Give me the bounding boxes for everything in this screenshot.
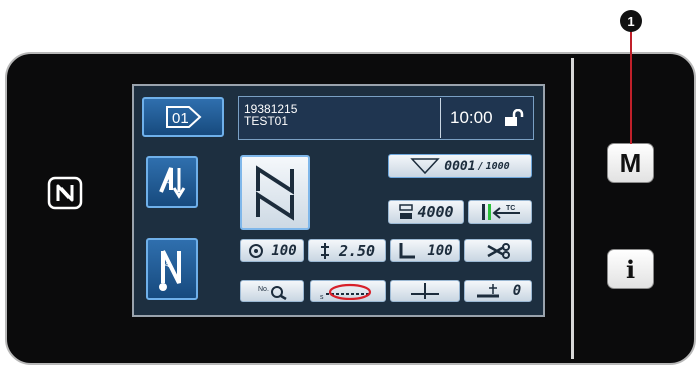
tension-value: 100 xyxy=(271,242,297,259)
needle-count-button[interactable]: 0 xyxy=(464,280,532,302)
unlock-icon[interactable] xyxy=(504,108,526,132)
stitch-pitch-value: 2.50 xyxy=(338,241,376,260)
information-button[interactable]: i xyxy=(607,249,654,289)
pattern-number-button[interactable]: 01 xyxy=(142,97,224,137)
bobbin-value: 4000 xyxy=(417,203,454,221)
scissors-icon xyxy=(487,242,510,259)
pattern-number-label: 01 xyxy=(172,110,189,127)
presser-foot-icon xyxy=(399,242,416,258)
svg-text:s: s xyxy=(320,294,324,300)
thread-trimmer-button[interactable] xyxy=(464,239,532,262)
search-icon: No. xyxy=(258,286,287,300)
stitch-pitch-button[interactable]: 2.50 xyxy=(308,239,386,262)
counter-button[interactable]: 0001 / 1000 xyxy=(388,154,532,178)
needle-count-value: 0 xyxy=(512,283,522,299)
counter-total: 1000 xyxy=(485,160,510,172)
stitch-pitch-icon xyxy=(320,242,329,259)
bobbin-counter-button[interactable]: 4000 xyxy=(388,200,464,224)
clock-time: 10:00 xyxy=(450,108,493,127)
needle-count-icon xyxy=(476,284,499,298)
thread-clamp-button[interactable]: TC xyxy=(468,200,532,224)
stitch-down-icon: 4 xyxy=(159,167,186,199)
panel-divider xyxy=(571,58,574,359)
nfc-icon xyxy=(46,176,84,210)
presser-foot-button[interactable]: 100 xyxy=(390,239,460,262)
stitch-up-icon: 4 xyxy=(159,250,181,291)
bobbin-icon xyxy=(399,204,414,219)
reverse-stitch-button[interactable]: s xyxy=(310,280,386,302)
presser-value: 100 xyxy=(427,242,453,259)
counter-current: 0001 xyxy=(444,158,476,174)
stitch-mode-button-1[interactable]: 4 xyxy=(146,156,198,208)
thread-clamp-icon: TC xyxy=(482,204,520,220)
needle-up-down-icon xyxy=(411,283,439,299)
callout-line xyxy=(630,20,632,144)
callout-marker: 1 xyxy=(620,10,642,32)
stitch-pattern-button[interactable] xyxy=(240,155,310,230)
svg-text:TC: TC xyxy=(506,205,515,212)
pattern-name: TEST01 xyxy=(244,114,289,128)
svg-text:4: 4 xyxy=(166,177,171,186)
needle-position-button[interactable] xyxy=(390,280,460,302)
mode-button[interactable]: M xyxy=(607,143,654,183)
info-separator xyxy=(440,98,441,138)
zigzag-pattern-icon xyxy=(256,164,294,221)
pattern-search-button[interactable]: No. xyxy=(240,280,304,302)
tension-dial-icon xyxy=(249,243,264,258)
stitch-mode-button-2[interactable]: 4 xyxy=(146,238,198,300)
thread-tension-button[interactable]: 100 xyxy=(240,239,304,262)
reverse-stitch-icon: s xyxy=(320,283,372,300)
svg-text:4: 4 xyxy=(165,260,170,269)
counter-icon xyxy=(410,158,441,175)
no-label: No. xyxy=(258,286,269,293)
